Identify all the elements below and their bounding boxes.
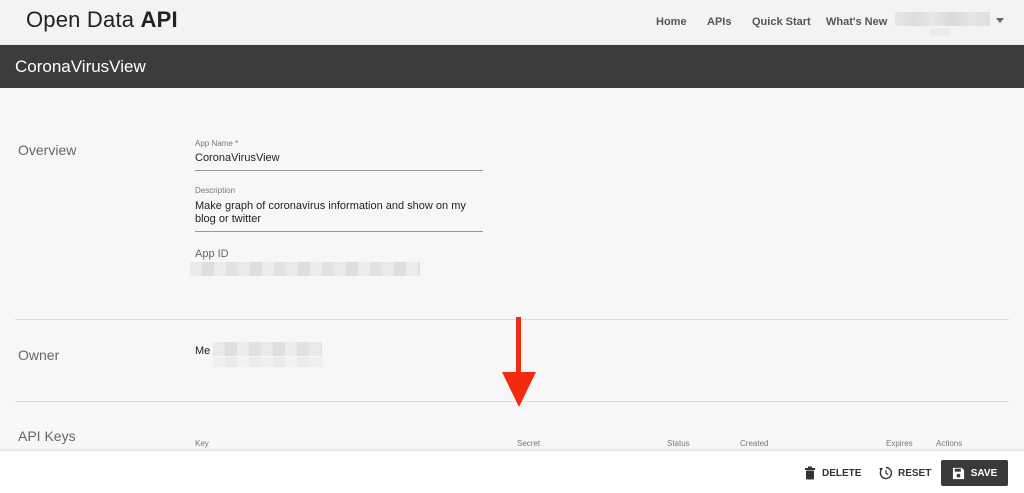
app-name-label: App Name * bbox=[195, 139, 239, 148]
column-header-expires: Expires bbox=[886, 439, 913, 448]
nav-quick-start[interactable]: Quick Start bbox=[752, 16, 811, 28]
nav-home[interactable]: Home bbox=[656, 16, 687, 28]
save-button[interactable]: SAVE bbox=[941, 460, 1008, 486]
arrow-down-annotation-head bbox=[502, 372, 536, 407]
description-line-1[interactable]: Make graph of coronavirus information an… bbox=[195, 200, 466, 212]
owner-name-redacted-2 bbox=[213, 357, 322, 367]
user-menu[interactable] bbox=[895, 12, 990, 36]
floppy-disk-icon bbox=[952, 467, 964, 479]
column-header-status: Status bbox=[667, 439, 690, 448]
app-id-value-redacted bbox=[190, 262, 420, 276]
app-id-label: App ID bbox=[195, 248, 229, 260]
trash-icon bbox=[805, 466, 815, 480]
section-divider bbox=[15, 319, 1009, 320]
owner-section-label: Owner bbox=[18, 347, 60, 363]
column-header-actions: Actions bbox=[936, 439, 963, 448]
arrow-down-annotation bbox=[516, 317, 521, 375]
overview-section-label: Overview bbox=[18, 142, 77, 158]
reset-button[interactable]: RESET bbox=[879, 462, 931, 484]
page-title-bar: CoronaVirusView bbox=[0, 45, 1024, 88]
action-footer: DELETE RESET SAVE bbox=[0, 451, 1024, 493]
app-name-underline bbox=[195, 170, 483, 171]
delete-label: DELETE bbox=[822, 467, 862, 479]
owner-value: Me bbox=[195, 345, 211, 357]
nav-whats-new[interactable]: What's New bbox=[826, 16, 887, 28]
api-keys-section-label: API Keys bbox=[18, 428, 76, 444]
description-underline bbox=[195, 231, 483, 232]
top-navbar: Open Data API Home APIs Quick Start What… bbox=[0, 0, 1024, 45]
description-line-2[interactable]: blog or twitter bbox=[195, 213, 261, 225]
column-header-created: Created bbox=[740, 439, 769, 448]
delete-button[interactable]: DELETE bbox=[803, 462, 861, 484]
brand-logo[interactable]: Open Data API bbox=[26, 7, 178, 33]
column-header-key: Key bbox=[195, 439, 209, 448]
owner-name-redacted bbox=[213, 342, 322, 356]
app-name-field[interactable]: CoronaVirusView bbox=[195, 152, 280, 164]
brand-bold-text: API bbox=[140, 7, 178, 32]
chevron-down-icon[interactable] bbox=[996, 18, 1004, 23]
brand-light-text: Open Data bbox=[26, 7, 141, 32]
column-header-secret: Secret bbox=[517, 439, 541, 448]
nav-apis[interactable]: APIs bbox=[707, 16, 731, 28]
user-name-redacted-2 bbox=[930, 28, 950, 36]
save-label: SAVE bbox=[970, 467, 998, 479]
description-label: Description bbox=[195, 186, 236, 195]
reset-icon bbox=[879, 466, 893, 480]
page-title: CoronaVirusView bbox=[15, 57, 146, 76]
reset-label: RESET bbox=[898, 467, 932, 479]
user-name-redacted bbox=[895, 12, 990, 26]
